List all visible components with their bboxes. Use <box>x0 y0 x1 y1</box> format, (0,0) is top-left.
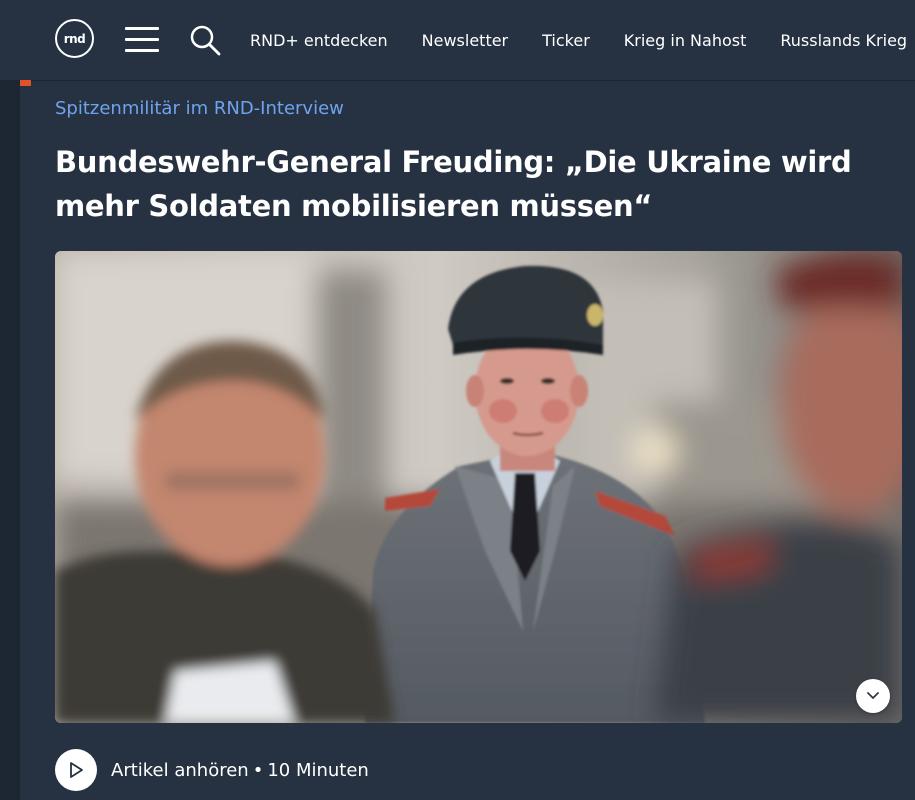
play-icon <box>70 762 83 778</box>
chevron-down-icon <box>867 692 879 699</box>
site-header: rnd RND+ entdecken Newsletter Ticker Kri… <box>0 0 915 81</box>
nav-item-rnd-plus[interactable]: RND+ entdecken <box>250 31 388 50</box>
article-kicker[interactable]: Spitzenmilitär im RND-Interview <box>55 98 344 119</box>
hamburger-icon[interactable] <box>125 27 159 53</box>
nav-item-ticker[interactable]: Ticker <box>542 31 590 50</box>
nav-item-nahost[interactable]: Krieg in Nahost <box>624 31 747 50</box>
play-audio-button[interactable] <box>55 749 97 791</box>
audio-label-text: Artikel anhören <box>111 759 249 781</box>
nav-item-newsletter[interactable]: Newsletter <box>422 31 509 50</box>
left-accent-mark <box>20 80 31 86</box>
left-edge-bar <box>0 80 20 800</box>
audio-separator: • <box>252 759 264 781</box>
nav-item-russland[interactable]: Russlands Krieg <box>780 31 907 50</box>
audio-player: Artikel anhören • 10 Minuten <box>55 748 369 792</box>
main-nav: RND+ entdecken Newsletter Ticker Krieg i… <box>250 0 915 80</box>
hero-image <box>55 251 902 723</box>
search-icon[interactable] <box>189 24 221 56</box>
rnd-logo[interactable]: rnd <box>55 19 94 58</box>
audio-label[interactable]: Artikel anhören • 10 Minuten <box>111 760 369 781</box>
expand-image-button[interactable] <box>856 679 890 713</box>
audio-duration: 10 Minuten <box>267 759 369 781</box>
article-headline: Bundeswehr-General Freuding: „Die Ukrain… <box>55 145 852 223</box>
